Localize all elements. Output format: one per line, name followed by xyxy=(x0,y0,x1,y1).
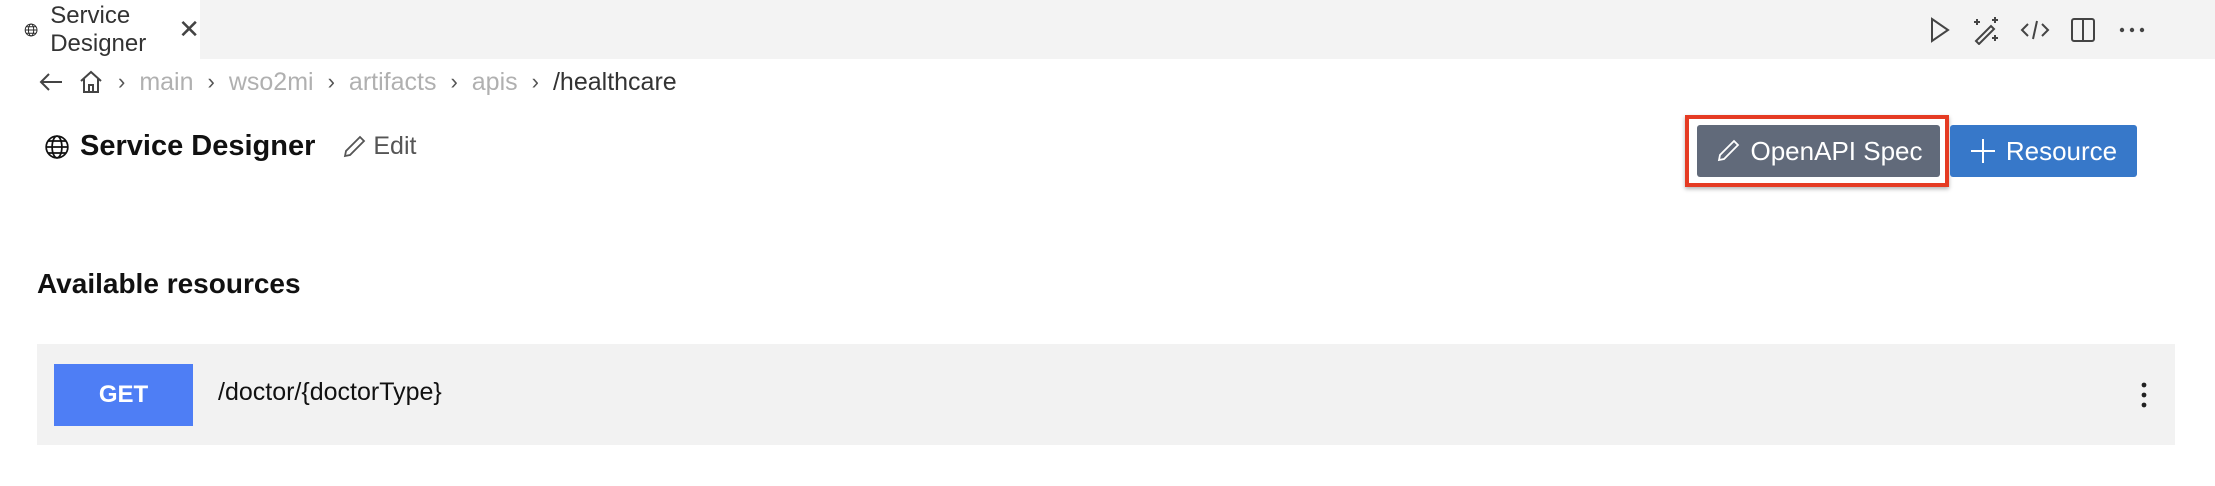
breadcrumb: › main › wso2mi › artifacts › apis › /he… xyxy=(38,64,677,100)
code-icon[interactable] xyxy=(2015,10,2055,50)
breadcrumb-item-apis[interactable]: apis xyxy=(472,68,518,97)
breadcrumb-item-main[interactable]: main xyxy=(139,68,193,97)
breadcrumb-current: /healthcare xyxy=(552,67,677,96)
chevron-right-icon: › xyxy=(327,69,335,94)
breadcrumb-item-artifacts[interactable]: artifacts xyxy=(349,68,437,97)
globe-icon xyxy=(24,23,38,36)
chevron-right-icon: › xyxy=(207,69,215,94)
breadcrumb-item-wso2mi[interactable]: wso2mi xyxy=(229,68,314,97)
home-icon[interactable] xyxy=(78,69,104,95)
tab-service-designer[interactable]: Service Designer ✕ xyxy=(0,0,200,59)
page-header: Service Designer Edit xyxy=(44,130,416,163)
magic-wand-icon[interactable] xyxy=(1966,10,2006,50)
pencil-icon xyxy=(1717,139,1739,162)
chevron-right-icon: › xyxy=(531,69,539,94)
method-badge-get[interactable]: GET xyxy=(54,364,193,426)
globe-icon xyxy=(45,134,69,159)
add-resource-label: Resource xyxy=(2005,135,2118,166)
openapi-spec-button[interactable]: OpenAPI Spec xyxy=(1697,125,1940,177)
edit-button[interactable]: Edit xyxy=(341,132,416,161)
tab-title: Service Designer xyxy=(50,1,147,57)
resource-path[interactable]: /doctor/{doctorType} xyxy=(218,378,442,407)
page-title: Service Designer xyxy=(80,130,316,162)
edit-label: Edit xyxy=(373,132,417,160)
back-arrow-icon[interactable] xyxy=(38,71,64,93)
more-icon[interactable] xyxy=(2112,10,2152,50)
openapi-spec-label: OpenAPI Spec xyxy=(1750,135,1923,166)
chevron-right-icon: › xyxy=(450,69,458,94)
chevron-right-icon: › xyxy=(118,69,126,94)
available-resources-heading: Available resources xyxy=(37,268,301,299)
split-editor-icon[interactable] xyxy=(2063,10,2103,50)
play-icon[interactable] xyxy=(1920,10,1960,50)
tab-bar xyxy=(0,0,2215,59)
plus-icon xyxy=(1970,139,1995,163)
kebab-menu-icon[interactable] xyxy=(2130,375,2158,415)
close-tab-icon[interactable]: ✕ xyxy=(178,14,200,45)
add-resource-button[interactable]: Resource xyxy=(1950,125,2137,177)
pencil-icon xyxy=(344,135,366,157)
